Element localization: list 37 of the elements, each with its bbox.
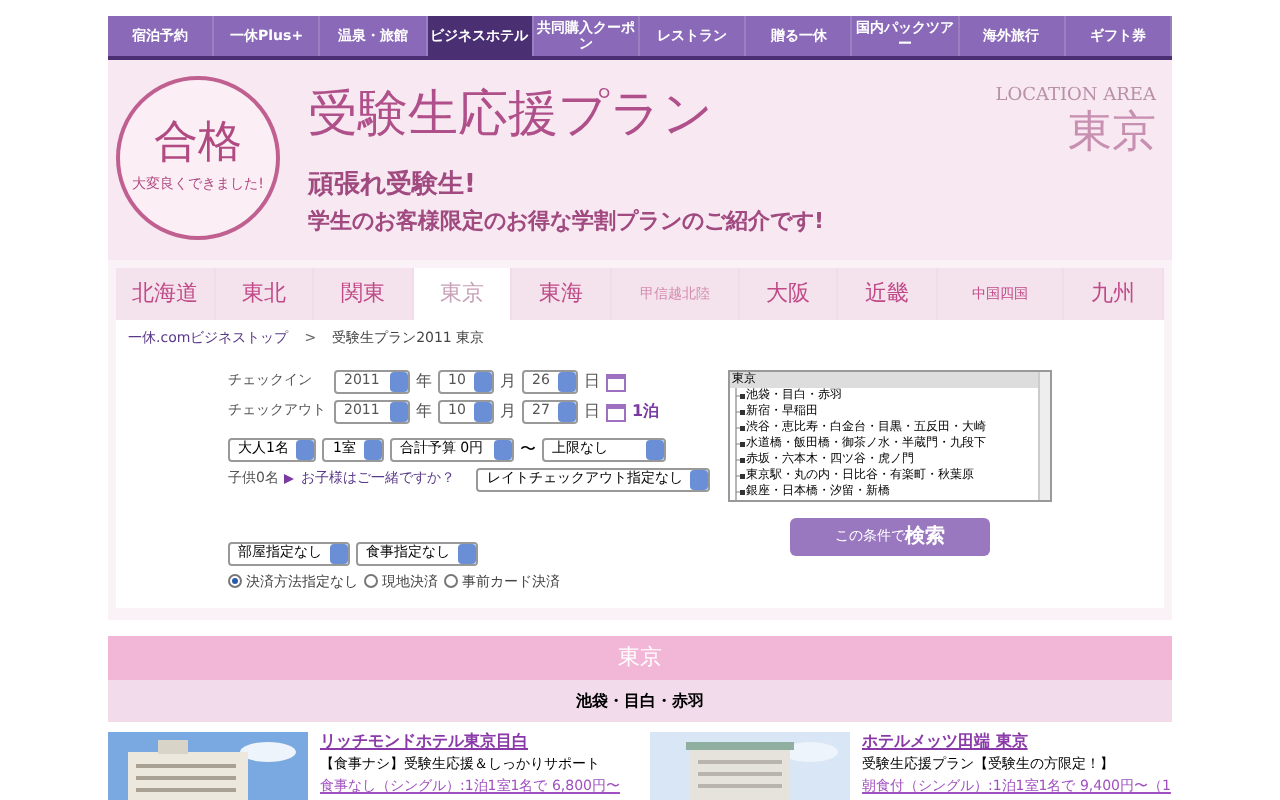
unit-label: 月 (500, 399, 516, 423)
radio-button[interactable] (364, 574, 378, 589)
nights-label: 1泊 (632, 399, 660, 423)
banner-description: 学生のお客様限定のお得な学割プランのご紹介です! (308, 205, 825, 237)
radio-button[interactable] (444, 574, 458, 589)
play-icon (284, 474, 295, 484)
section-title: 東京 (618, 641, 662, 674)
unit-label: 日 (584, 369, 600, 393)
unit-label: 年 (416, 369, 432, 393)
badge-title: 合格 (154, 121, 242, 166)
region-tab[interactable]: 東海 (512, 268, 612, 320)
unit-label: 月 (500, 369, 516, 393)
banner-title: 受験生応援プラン (308, 88, 716, 138)
calendar-icon[interactable] (606, 401, 626, 421)
spinner-icon (330, 543, 348, 563)
spinner-icon (690, 469, 709, 489)
hotel-name-link[interactable]: リッチモンドホテル東京目白 (320, 732, 620, 752)
range-separator: 〜 (519, 437, 536, 461)
radio-button[interactable] (228, 574, 242, 589)
region-tab[interactable]: 北海道 (116, 268, 216, 320)
unit-label: 日 (584, 399, 600, 423)
unit-label: 年 (416, 399, 432, 423)
scrollbar[interactable] (1038, 371, 1050, 499)
spinner-icon (296, 439, 315, 459)
region-tab[interactable]: 大阪 (739, 268, 839, 320)
region-tab[interactable]: 近畿 (838, 268, 938, 320)
banner-subtitle: 頑張れ受験生! (308, 167, 478, 204)
location-name: 東京 (1068, 111, 1156, 155)
hotel-name-link[interactable]: ホテルメッツ田端 東京 (862, 732, 1171, 752)
section-subtitle: 池袋・目白・赤羽 (576, 689, 704, 713)
region-tab[interactable]: 東北 (215, 268, 315, 320)
calendar-icon[interactable] (606, 371, 626, 391)
region-tab[interactable]: 九州 (1064, 268, 1164, 320)
region-tab[interactable]: 関東 (314, 268, 414, 320)
spinner-icon (458, 543, 476, 563)
spinner-icon (645, 439, 664, 459)
location-label: LOCATION AREA (995, 84, 1156, 109)
